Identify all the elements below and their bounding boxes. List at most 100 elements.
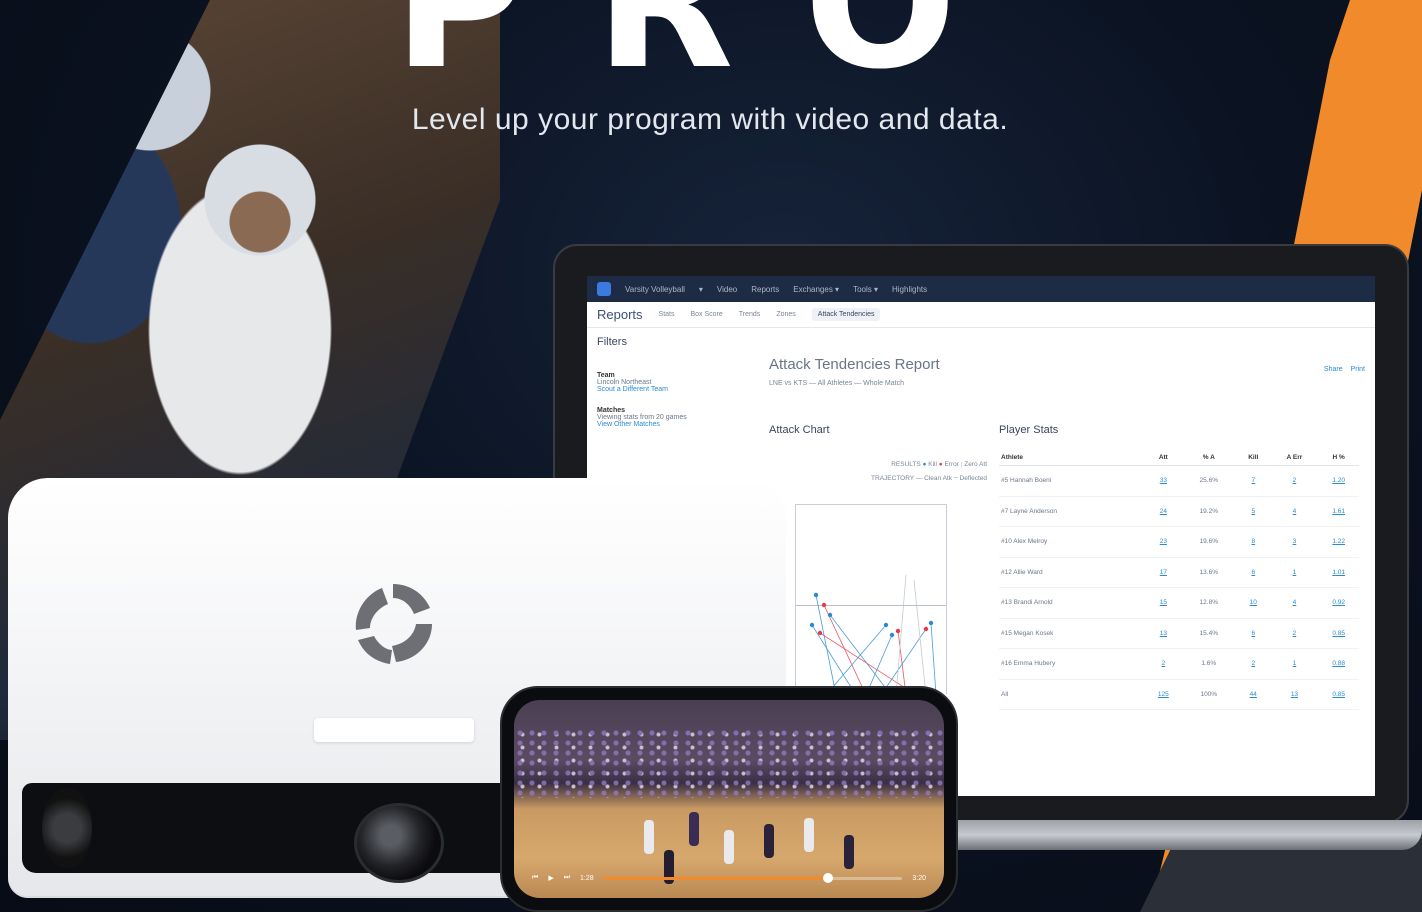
player-stats-table: Athlete Att % A Kill A Err H % #5 Hannah… xyxy=(999,450,1359,710)
share-button[interactable]: Share xyxy=(1324,366,1343,373)
stat-link[interactable]: 44 xyxy=(1236,679,1271,710)
stat-link[interactable]: 8 xyxy=(1236,526,1271,558)
stat-link[interactable]: 125 xyxy=(1145,679,1182,710)
stat-link[interactable]: 0.85 xyxy=(1318,679,1359,710)
side-camera-lens xyxy=(42,788,92,868)
stat-link[interactable]: 33 xyxy=(1145,465,1182,497)
stat-link[interactable]: 2 xyxy=(1270,618,1319,649)
col-h-pct[interactable]: H % xyxy=(1318,450,1359,466)
filter-matches-value: Viewing stats from 20 games xyxy=(597,414,687,421)
filter-team-label: Team xyxy=(597,372,615,379)
stat-link[interactable]: 2 xyxy=(1145,648,1182,680)
stat-link[interactable]: 13 xyxy=(1145,618,1182,649)
legend-error: Error xyxy=(944,461,959,468)
filter-matches-label: Matches xyxy=(597,407,626,414)
video-scrubber-handle[interactable] xyxy=(822,872,833,883)
legend-results-label: RESULTS xyxy=(891,461,921,468)
main-camera-lens xyxy=(354,803,444,883)
video-progress-bar[interactable] xyxy=(603,872,903,883)
table-row: #7 Layne Anderson 24 19.2% 5 4 1.61 xyxy=(999,496,1359,527)
nav-highlights[interactable]: Highlights xyxy=(892,285,927,294)
athlete-name: #12 Allie Ward xyxy=(999,557,1146,588)
tab-zones[interactable]: Zones xyxy=(776,311,795,318)
attack-percent: 13.6% xyxy=(1181,557,1237,588)
nav-video[interactable]: Video xyxy=(717,285,737,294)
app-top-bar: Varsity Volleyball ▾ Video Reports Excha… xyxy=(587,276,1375,302)
athlete-name: #5 Hannah Boeni xyxy=(999,465,1146,497)
athlete-name: #13 Brandi Arnold xyxy=(999,587,1146,619)
stat-link[interactable]: 24 xyxy=(1145,496,1182,527)
stat-link[interactable]: 15 xyxy=(1145,587,1182,619)
hero-stage: PRO Level up your program with video and… xyxy=(0,0,1422,912)
col-att[interactable]: Att xyxy=(1145,450,1182,466)
device-logo-icon xyxy=(355,584,432,664)
stat-link[interactable]: 13 xyxy=(1270,679,1319,710)
stat-link[interactable]: 2 xyxy=(1236,648,1271,680)
tab-box-score[interactable]: Box Score xyxy=(690,311,722,318)
stat-link[interactable]: 4 xyxy=(1270,587,1319,619)
stat-link[interactable]: 1.01 xyxy=(1318,557,1359,588)
current-time: 1:28 xyxy=(580,874,594,882)
stat-link[interactable]: 1.22 xyxy=(1318,526,1359,558)
col-pct-a[interactable]: % A xyxy=(1181,450,1237,466)
attack-chart-title: Attack Chart xyxy=(769,424,830,436)
report-subtitle: LNE vs KTS — All Athletes — Whole Match xyxy=(769,380,904,387)
stat-link[interactable]: 23 xyxy=(1145,526,1182,558)
reports-tabs-bar: Reports Stats Box Score Trends Zones Att… xyxy=(587,302,1375,328)
tab-trends[interactable]: Trends xyxy=(739,311,761,318)
stat-link[interactable]: 3 xyxy=(1270,526,1319,558)
chevron-down-icon[interactable]: ▾ xyxy=(699,285,703,294)
stat-link[interactable]: 6 xyxy=(1236,557,1271,588)
team-selector[interactable]: Varsity Volleyball xyxy=(625,285,685,294)
legend-deflected: Deflected xyxy=(959,475,987,482)
stat-link[interactable]: 4 xyxy=(1270,496,1319,527)
stat-link[interactable]: 7 xyxy=(1236,465,1271,497)
table-row: #12 Allie Ward 17 13.6% 6 1 1.01 xyxy=(999,557,1359,588)
nav-reports[interactable]: Reports xyxy=(751,285,779,294)
attack-percent: 1.6% xyxy=(1181,648,1237,680)
skip-forward-icon[interactable]: ⏭ xyxy=(564,874,570,882)
nav-exchanges[interactable]: Exchanges ▾ xyxy=(793,285,839,294)
report-actions: Share Print xyxy=(1324,366,1365,373)
filters-heading: Filters xyxy=(597,336,627,348)
col-a-err[interactable]: A Err xyxy=(1270,450,1319,466)
stat-link[interactable]: 6 xyxy=(1236,618,1271,649)
view-matches-link[interactable]: View Other Matches xyxy=(597,421,727,428)
nav-tools[interactable]: Tools ▾ xyxy=(853,285,878,294)
stat-link[interactable]: 2 xyxy=(1270,465,1319,497)
print-button[interactable]: Print xyxy=(1351,366,1365,373)
stat-link[interactable]: 0.88 xyxy=(1318,648,1359,680)
crowd-stands xyxy=(514,728,944,798)
table-row: #10 Alex Melroy 23 19.6% 8 3 1.22 xyxy=(999,526,1359,558)
col-kill[interactable]: Kill xyxy=(1236,450,1271,466)
report-title: Attack Tendencies Report xyxy=(769,356,940,373)
attack-percent: 100% xyxy=(1181,679,1237,710)
attack-percent: 19.6% xyxy=(1181,526,1237,558)
legend-zero-att: Zero Att xyxy=(964,461,987,468)
col-athlete[interactable]: Athlete xyxy=(999,450,1146,466)
stat-link[interactable]: 10 xyxy=(1236,587,1271,619)
attack-trajectories xyxy=(809,574,937,695)
stat-link[interactable]: 0.92 xyxy=(1318,587,1359,619)
hero-headline: PRO xyxy=(330,0,1090,70)
athlete-name: #15 Megan Kosek xyxy=(999,618,1146,649)
total-time: 3:20 xyxy=(912,874,926,882)
stat-link[interactable]: 17 xyxy=(1145,557,1182,588)
stat-link[interactable]: 0.85 xyxy=(1318,618,1359,649)
legend-trajectory-label: TRAJECTORY xyxy=(871,475,915,482)
stat-link[interactable]: 5 xyxy=(1236,496,1271,527)
stat-link[interactable]: 1 xyxy=(1270,648,1319,680)
stat-link[interactable]: 1 xyxy=(1270,557,1319,588)
scout-team-link[interactable]: Scout a Different Team xyxy=(597,386,727,393)
legend-clean-atk: Clean Atk xyxy=(924,475,952,482)
table-row: #5 Hannah Boeni 33 25.6% 7 2 1.20 xyxy=(999,465,1359,497)
athlete-name: All xyxy=(999,679,1146,710)
tab-attack-tendencies[interactable]: Attack Tendencies xyxy=(811,308,881,321)
attack-chart-legend: RESULTS ● Kill ● Error | Zero Att TRAJEC… xyxy=(787,458,987,486)
stat-link[interactable]: 1.20 xyxy=(1318,465,1359,497)
play-icon[interactable]: ▶ xyxy=(548,874,553,882)
basketball-video-player[interactable]: ⏮ ▶ ⏭ 1:28 3:20 xyxy=(514,700,944,898)
skip-back-icon[interactable]: ⏮ xyxy=(532,874,538,882)
stat-link[interactable]: 1.61 xyxy=(1318,496,1359,527)
tab-stats[interactable]: Stats xyxy=(659,311,675,318)
